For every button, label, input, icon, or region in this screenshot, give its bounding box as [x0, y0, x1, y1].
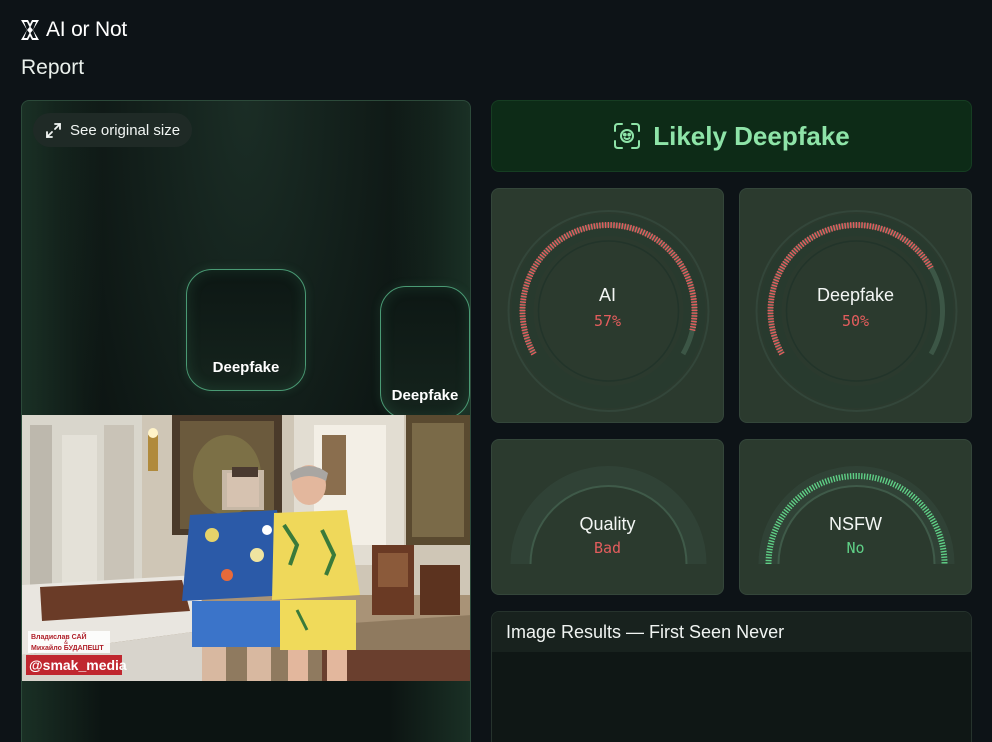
metric-label: Deepfake: [816, 285, 895, 305]
face-scan-icon: [614, 123, 641, 149]
verdict-banner: Likely Deepfake: [491, 100, 972, 172]
metric-label: AI: [598, 285, 616, 305]
page-title: Report: [21, 56, 85, 79]
brand-logo[interactable]: AI or Not: [20, 18, 127, 42]
metric-value: Bad: [593, 539, 622, 557]
expand-icon: [46, 122, 61, 138]
brand-name: AI or Not: [46, 18, 128, 41]
deepfake-detection-box[interactable]: Deepfake: [380, 286, 470, 419]
deepfake-score-card: Deepfake 50%: [739, 188, 972, 423]
ai-score-card: AI 57%: [491, 188, 724, 423]
metric-label: Quality: [579, 514, 636, 534]
nsfw-card: NSFW No: [739, 439, 972, 595]
deepfake-detection-box[interactable]: Deepfake: [186, 269, 306, 391]
detection-label: Deepfake: [391, 387, 459, 404]
metric-label: NSFW: [829, 514, 882, 534]
ai-gauge: [507, 210, 710, 412]
watermark-handle: @smak_media: [29, 657, 127, 673]
see-original-size-button[interactable]: See original size: [33, 113, 193, 147]
deepfake-gauge: [755, 210, 958, 412]
detection-label: Deepfake: [212, 359, 280, 376]
see-original-size-label: See original size: [70, 121, 181, 139]
metric-value: 50%: [841, 312, 870, 330]
watermark-line-1: Владислав САЙ: [31, 632, 87, 641]
ai-or-not-logo-icon: [21, 20, 39, 40]
image-preview-panel: See original size Deepfake Deepfake Влад…: [21, 100, 471, 742]
analyzed-photo: Владислав САЙ & Михайло БУДАПЕШТ @smak_m…: [22, 415, 470, 681]
metric-value: No: [846, 539, 865, 557]
watermark-line-2: Михайло БУДАПЕШТ: [31, 644, 104, 652]
image-results-header: Image Results — First Seen Never: [492, 612, 971, 652]
verdict-label: Likely Deepfake: [653, 120, 850, 151]
quality-card: Quality Bad: [491, 439, 724, 595]
metric-value: 57%: [593, 312, 622, 330]
image-results-panel: Image Results — First Seen Never: [491, 611, 972, 742]
